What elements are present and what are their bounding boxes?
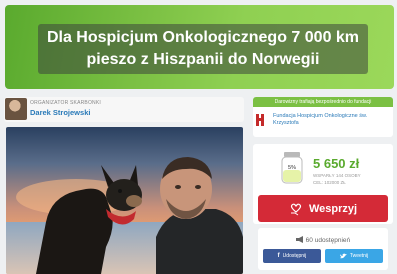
organizer-card: ORGANIZATOR SKARBONKI Darek Strojewski xyxy=(4,97,244,122)
campaign-banner: Dla Hospicjum Onkologicznego 7 000 km pi… xyxy=(5,5,394,89)
foundation-card: Darowizny trafiają bezpośrednio do funda… xyxy=(253,97,393,137)
foundation-header: Darowizny trafiają bezpośrednio do funda… xyxy=(253,97,393,107)
jar-icon: 5% xyxy=(281,152,303,184)
photo-illustration xyxy=(6,157,243,274)
facebook-icon: f xyxy=(277,253,280,259)
donate-button[interactable]: Wesprzyj xyxy=(258,195,388,222)
twitter-share-label: Tweetnij xyxy=(349,253,369,259)
donate-label: Wesprzyj xyxy=(308,202,358,215)
banner-title-box: Dla Hospicjum Onkologicznego 7 000 km pi… xyxy=(38,24,368,74)
twitter-share-button[interactable]: Tweetnij xyxy=(325,249,383,263)
raised-amount: 5 650 zł xyxy=(313,156,360,171)
facebook-share-label: Udostępnij xyxy=(282,253,307,259)
supporters-count: WSPARŁY 144 OSOBY xyxy=(313,173,361,178)
hand-heart-icon xyxy=(290,203,302,215)
share-panel: 60 udostępnień f Udostępnij Tweetnij xyxy=(258,228,388,270)
organizer-name-link[interactable]: Darek Strojewski xyxy=(30,108,90,117)
foundation-logo-icon xyxy=(256,114,264,126)
progress-label: 5% xyxy=(288,165,296,171)
twitter-icon xyxy=(339,253,347,259)
campaign-title: Dla Hospicjum Onkologicznego 7 000 km pi… xyxy=(46,29,360,68)
campaign-photo xyxy=(6,127,243,274)
facebook-share-button[interactable]: f Udostępnij xyxy=(263,249,321,263)
foundation-name-link[interactable]: Fundacja Hospicjum Onkologiczne św. Krzy… xyxy=(273,113,391,127)
megaphone-icon xyxy=(295,236,303,243)
share-count-label: 60 udostępnień xyxy=(305,237,351,244)
goal-amount: CEL: 102000 ZŁ xyxy=(313,180,346,185)
share-count: 60 udostępnień xyxy=(258,236,388,244)
avatar[interactable] xyxy=(5,98,27,120)
organizer-label: ORGANIZATOR SKARBONKI xyxy=(30,100,101,106)
